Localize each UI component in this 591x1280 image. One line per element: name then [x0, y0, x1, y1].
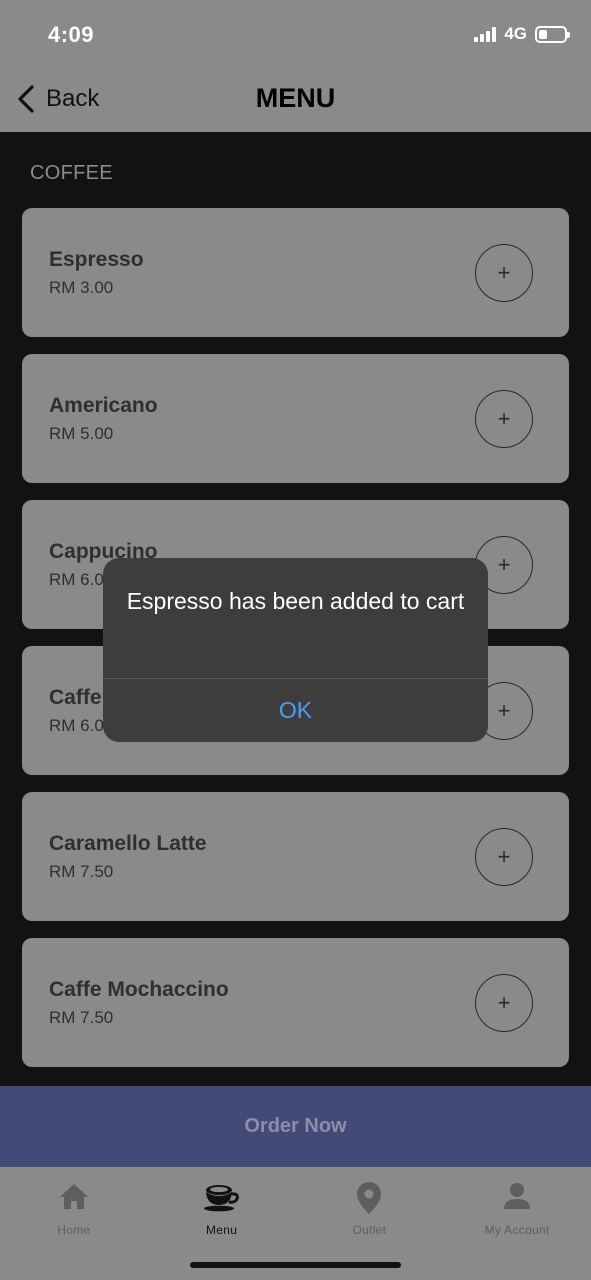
plus-icon: +: [497, 260, 511, 285]
nav-item-my-account[interactable]: My Account: [443, 1167, 591, 1247]
nav-item-home[interactable]: Home: [0, 1167, 148, 1247]
item-price: RM 5.00: [49, 424, 114, 443]
item-name: Americano: [49, 394, 158, 417]
item-name: Espresso: [49, 248, 144, 271]
add-to-cart-button[interactable]: +: [475, 390, 533, 448]
plus-icon: +: [497, 552, 511, 577]
coffee-cup-icon: [203, 1185, 239, 1212]
item-name: Caffe Mochaccino: [49, 978, 229, 1001]
plus-icon: +: [497, 990, 511, 1015]
item-name: Caffe: [49, 686, 102, 709]
item-price: RM 6.0: [49, 570, 104, 589]
network-type: 4G: [504, 24, 527, 43]
status-time: 4:09: [48, 22, 95, 47]
plus-icon: +: [497, 844, 511, 869]
home-icon: [59, 1184, 88, 1209]
nav-label: My Account: [484, 1223, 550, 1237]
menu-screen: 4:09 4G Back MENU COFFEE Espresso RM 3.0…: [0, 0, 591, 1280]
item-price: RM 7.50: [49, 862, 114, 881]
nav-header: Back MENU: [0, 70, 591, 132]
menu-item-card: Caramello Latte RM 7.50 +: [22, 792, 569, 921]
alert-message: Espresso has been added to cart: [126, 588, 465, 614]
signal-icon: [474, 26, 497, 42]
order-now-button[interactable]: Order Now: [0, 1086, 591, 1167]
add-to-cart-button[interactable]: +: [475, 244, 533, 302]
location-pin-icon: [357, 1182, 382, 1214]
nav-label: Outlet: [352, 1223, 387, 1237]
home-indicator: [190, 1262, 401, 1268]
status-bar: 4:09 4G: [0, 0, 591, 70]
item-name: Caramello Latte: [49, 832, 207, 855]
add-to-cart-button[interactable]: +: [475, 974, 533, 1032]
alert-dialog: Espresso has been added to cart OK: [103, 558, 488, 742]
battery-icon: [535, 25, 570, 43]
menu-item-card: Caffe Mochaccino RM 7.50 +: [22, 938, 569, 1067]
nav-label: Menu: [206, 1223, 238, 1237]
person-icon: [504, 1183, 531, 1209]
menu-item-card: Americano RM 5.00 +: [22, 354, 569, 483]
add-to-cart-button[interactable]: +: [475, 828, 533, 886]
plus-icon: +: [497, 698, 511, 723]
nav-label: Home: [57, 1223, 91, 1237]
plus-icon: +: [497, 406, 511, 431]
ok-button[interactable]: OK: [103, 679, 488, 742]
menu-item-card: Espresso RM 3.00 +: [22, 208, 569, 337]
nav-item-outlet[interactable]: Outlet: [296, 1167, 444, 1247]
page-title: MENU: [255, 83, 336, 113]
section-title: COFFEE: [30, 162, 113, 184]
item-price: RM 7.50: [49, 1008, 114, 1027]
nav-item-menu[interactable]: Menu: [148, 1167, 296, 1247]
order-now-label: Order Now: [244, 1115, 347, 1137]
item-price: RM 6.0: [49, 716, 104, 735]
status-indicators: 4G: [474, 24, 570, 44]
item-price: RM 3.00: [49, 278, 114, 297]
